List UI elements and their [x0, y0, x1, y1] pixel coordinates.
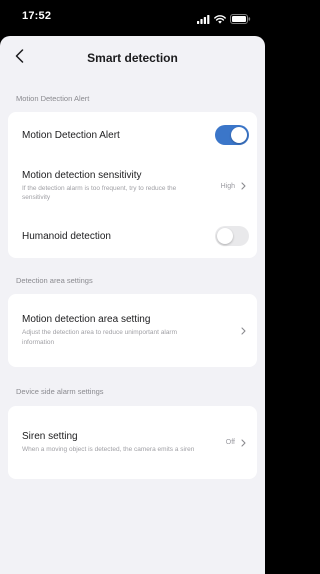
section-header-detection-area: Detection area settings [16, 276, 93, 285]
row-siren-setting[interactable]: Siren setting When a moving object is de… [8, 406, 257, 479]
row-title: Siren setting [22, 430, 78, 442]
row-humanoid-detection: Humanoid detection [8, 214, 257, 258]
page-title: Smart detection [87, 51, 178, 65]
row-subtitle: When a moving object is detected, the ca… [22, 445, 195, 453]
motion-alert-toggle[interactable] [215, 125, 249, 145]
card-device-alarm: Siren setting When a moving object is de… [8, 406, 257, 479]
chevron-right-icon [239, 181, 247, 191]
cellular-signal-icon [197, 11, 210, 29]
humanoid-detection-toggle[interactable] [215, 226, 249, 246]
row-motion-detection-alert: Motion Detection Alert [8, 112, 257, 158]
row-title: Humanoid detection [22, 230, 111, 242]
toggle-knob [217, 228, 233, 244]
card-detection-area: Motion detection area setting Adjust the… [8, 294, 257, 367]
row-title: Motion detection sensitivity [22, 169, 142, 181]
sensitivity-value: High [220, 182, 235, 190]
row-subtitle: If the detection alarm is too frequent, … [22, 184, 177, 202]
nav-bar: Smart detection [0, 36, 265, 80]
section-header-device-alarm: Device side alarm settings [16, 387, 104, 396]
status-icons [197, 11, 251, 29]
wifi-icon [214, 11, 226, 29]
toggle-knob [231, 127, 247, 143]
chevron-right-icon [239, 326, 247, 336]
section-header-motion-alert: Motion Detection Alert [16, 94, 90, 103]
battery-icon [230, 11, 251, 29]
row-title: Motion Detection Alert [22, 129, 120, 141]
card-motion-alert: Motion Detection Alert Motion detection … [8, 112, 257, 258]
chevron-right-icon [239, 438, 247, 448]
row-title: Motion detection area setting [22, 314, 151, 325]
row-motion-sensitivity[interactable]: Motion detection sensitivity If the dete… [8, 158, 257, 214]
status-time: 17:52 [22, 10, 52, 22]
row-motion-area-setting[interactable]: Motion detection area setting Adjust the… [8, 294, 257, 367]
row-subtitle: Adjust the detection area to reduce unim… [22, 329, 178, 346]
settings-sheet: Smart detection Motion Detection Alert M… [0, 36, 265, 574]
siren-value: Off [225, 439, 235, 446]
status-bar: 17:52 [0, 0, 265, 36]
